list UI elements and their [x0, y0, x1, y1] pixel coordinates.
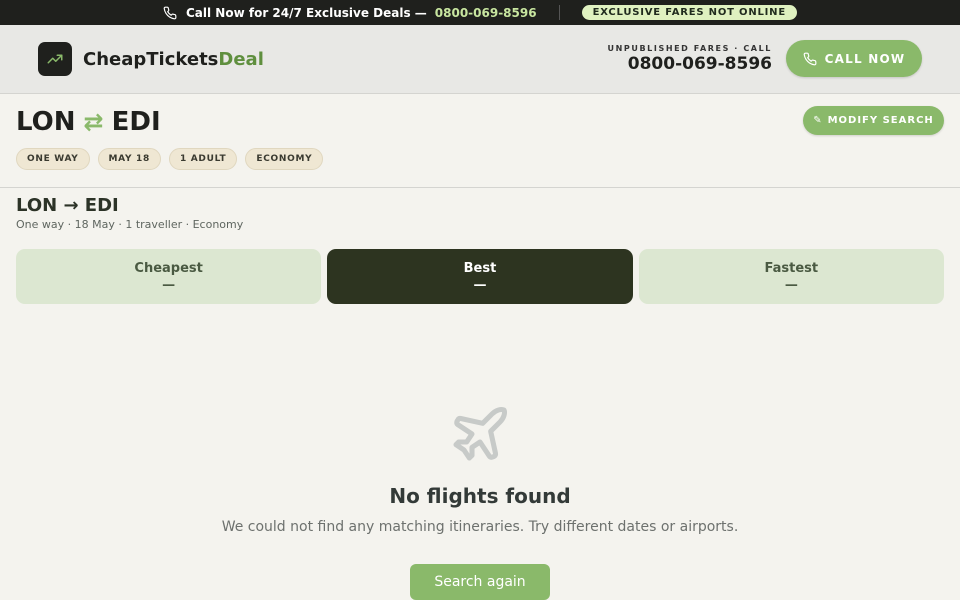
brand-main: CheapTickets	[83, 48, 219, 70]
tab-label: Best	[463, 260, 497, 276]
tab-value: —	[162, 277, 176, 293]
site-header: CheapTicketsDeal UNPUBLISHED FARES · CAL…	[0, 25, 960, 94]
chip-trip-type: ONE WAY	[16, 148, 90, 170]
promo-text: Call Now for 24/7 Exclusive Deals —	[186, 5, 427, 20]
results-summary: LON → EDI One way · 18 May · 1 traveller…	[16, 195, 243, 231]
search-chips: ONE WAY MAY 18 1 ADULT ECONOMY	[16, 148, 324, 170]
empty-heading: No flights found	[389, 484, 571, 508]
call-now-label: CALL NOW	[824, 51, 906, 66]
pencil-icon: ✎	[813, 115, 823, 126]
brand-accent: Deal	[218, 48, 264, 70]
header-contact: UNPUBLISHED FARES · CALL 0800-069-8596	[608, 44, 772, 74]
tab-cheapest[interactable]: Cheapest —	[16, 249, 322, 304]
route-title: LON ⇄ EDI	[16, 107, 161, 137]
chip-cabin: ECONOMY	[245, 148, 324, 170]
tab-value: —	[473, 277, 487, 293]
summary-subtitle: One way · 18 May · 1 traveller · Economy	[16, 218, 244, 231]
contact-label: UNPUBLISHED FARES · CALL	[607, 43, 772, 53]
chip-date: MAY 18	[97, 148, 161, 170]
promo-badge: EXCLUSIVE FARES NOT ONLINE	[581, 5, 797, 20]
call-now-button[interactable]: CALL NOW	[786, 40, 922, 77]
tab-value: —	[784, 277, 798, 293]
phone-icon	[803, 52, 817, 65]
modify-search-label: MODIFY SEARCH	[827, 115, 934, 126]
phone-icon	[163, 6, 177, 20]
promo-bar: Call Now for 24/7 Exclusive Deals — 0800…	[0, 0, 960, 25]
tab-fastest[interactable]: Fastest —	[638, 249, 944, 304]
logo-icon[interactable]	[38, 42, 72, 76]
search-again-button[interactable]: Search again	[410, 564, 550, 600]
tab-label: Cheapest	[134, 260, 203, 276]
airplane-icon	[453, 406, 508, 461]
chip-passengers: 1 ADULT	[168, 148, 238, 170]
swap-icon[interactable]: ⇄	[84, 108, 104, 136]
tab-best[interactable]: Best —	[327, 249, 633, 304]
modify-search-button[interactable]: ✎ MODIFY SEARCH	[803, 106, 944, 135]
route-origin: LON	[16, 107, 76, 137]
sort-tabs: Cheapest — Best — Fastest —	[16, 249, 944, 304]
contact-phone[interactable]: 0800-069-8596	[608, 54, 772, 74]
empty-state: No flights found We could not find any m…	[0, 402, 960, 600]
promo-phone-link[interactable]: 0800-069-8596	[435, 6, 537, 20]
tab-label: Fastest	[764, 260, 819, 276]
route-destination: EDI	[111, 107, 161, 137]
route-section: LON ⇄ EDI ✎ MODIFY SEARCH ONE WAY MAY 18…	[0, 94, 960, 188]
empty-message: We could not find any matching itinerari…	[221, 519, 739, 535]
brand-name[interactable]: CheapTicketsDeal	[83, 49, 264, 70]
summary-title: LON → EDI	[16, 195, 119, 216]
promo-divider	[558, 5, 560, 20]
